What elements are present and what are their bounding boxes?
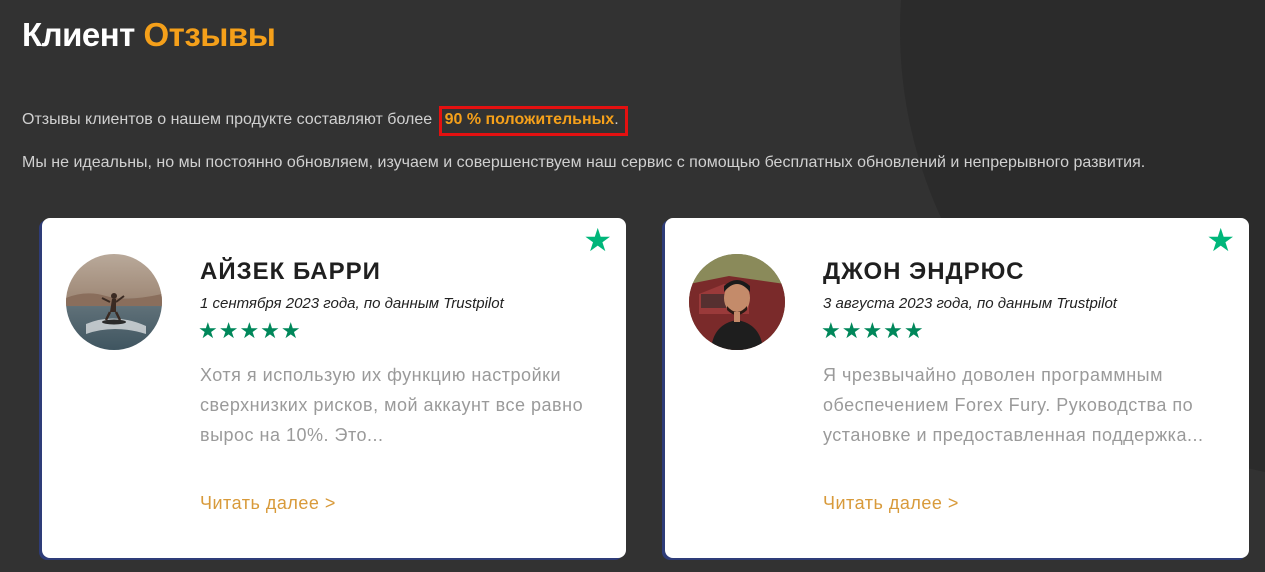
intro-text: Отзывы клиентов о нашем продукте составл…: [22, 106, 628, 136]
read-more-link[interactable]: Читать далее >: [823, 493, 959, 514]
reviewer-name: ДЖОН ЭНДРЮС: [823, 258, 1025, 285]
review-card: ★ ДЖОН ЭНДРЮС 3 августа 2023 года, по да…: [665, 218, 1249, 558]
reviewer-name: АЙЗЕК БАРРИ: [200, 258, 381, 285]
read-more-link[interactable]: Читать далее >: [200, 493, 336, 514]
testimonials-section: Клиент Отзывы Отзывы клиентов о нашем пр…: [0, 0, 1265, 572]
intro-suffix: .: [614, 111, 619, 128]
review-card: ★ АЙЗЕК БАРРИ 1 сентября 2023 года, по д…: [42, 218, 626, 558]
avatar-man-image: [689, 254, 785, 350]
avatar: [66, 254, 162, 350]
intro-prefix: Отзывы клиентов о нашем продукте составл…: [22, 111, 437, 128]
avatar-surfer-image: [66, 254, 162, 350]
avatar: [689, 254, 785, 350]
trustpilot-star-icon: ★: [1206, 222, 1235, 258]
rating-stars-icon: ★★★★★: [198, 318, 302, 343]
title-main: Клиент: [22, 16, 135, 53]
review-date: 3 августа 2023 года, по данным Trustpilo…: [823, 295, 1117, 312]
trustpilot-star-icon: ★: [583, 222, 612, 258]
section-title: Клиент Отзывы: [22, 16, 276, 54]
description-text: Мы не идеальны, но мы постоянно обновляе…: [22, 154, 1146, 171]
rating-stars-icon: ★★★★★: [821, 318, 925, 343]
review-quote: Я чрезвычайно доволен программным обеспе…: [823, 365, 1204, 445]
review-quote: Хотя я использую их функцию настройки св…: [200, 365, 584, 445]
intro-highlight: 90 % положительных: [444, 111, 615, 128]
highlight-box: 90 % положительных.: [438, 106, 628, 136]
review-date: 1 сентября 2023 года, по данным Trustpil…: [200, 295, 504, 312]
title-accent: Отзывы: [143, 16, 276, 53]
